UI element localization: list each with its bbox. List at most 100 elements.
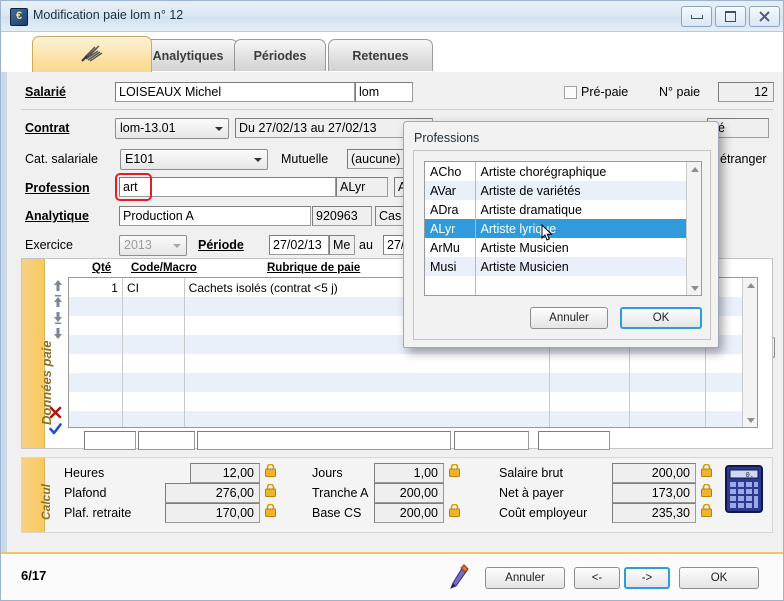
lock-icon [265, 463, 276, 477]
cancel-button[interactable]: Annuler [485, 567, 565, 589]
dialog-cancel-button[interactable]: Annuler [530, 307, 608, 329]
categorie-select-value: E101 [125, 152, 155, 166]
analytique-code-input[interactable]: 920963 [312, 206, 372, 226]
professions-table-body: ACho Artiste chorégraphique AVar Artiste… [425, 162, 701, 296]
grid-scrollbar[interactable] [742, 278, 757, 427]
categorie-label: Cat. salariale [25, 152, 98, 166]
tab-retenues[interactable]: Retenues [328, 39, 433, 71]
heures-label: Heures [64, 466, 105, 480]
calcul-group: Calcul Heures 12,00 Plafond 276,00 Plaf.… [21, 457, 773, 533]
list-item[interactable] [425, 295, 701, 296]
col-header-qte[interactable]: Qté [92, 262, 111, 274]
profession-code: ADra [425, 200, 476, 219]
plafond-value: 276,00 [165, 483, 260, 503]
move-top-icon[interactable] [52, 279, 65, 292]
row-reorder-buttons [48, 279, 68, 343]
salarie-code-input[interactable]: lom [355, 82, 413, 102]
salarie-label[interactable]: Salarié [25, 85, 66, 99]
prev-button[interactable]: <- [574, 567, 620, 589]
table-row[interactable] [69, 392, 757, 411]
periode-from-day: Me [329, 235, 355, 255]
blue-check-icon[interactable] [49, 423, 62, 436]
plafond-label: Plafond [64, 486, 107, 500]
pre-paie-checkbox[interactable] [564, 86, 577, 99]
categorie-select[interactable]: E101 [120, 149, 268, 170]
table-row[interactable] [69, 373, 757, 392]
svg-text:0.: 0. [746, 472, 754, 480]
net-a-payer-label: Net à payer [499, 486, 564, 500]
col-header-code-macro[interactable]: Code/Macro [131, 262, 197, 274]
periode-label[interactable]: Période [198, 238, 244, 252]
exercice-select-value: 2013 [124, 238, 152, 252]
table-row[interactable] [69, 411, 757, 427]
analytique-input[interactable]: Production A [119, 206, 311, 226]
net-a-payer-value: 173,00 [612, 483, 696, 503]
edit-code-input[interactable] [138, 431, 195, 450]
list-item[interactable]: ACho Artiste chorégraphique [425, 162, 701, 181]
profession-code-input[interactable]: ALyr [336, 177, 388, 197]
next-button[interactable]: -> [624, 567, 670, 589]
edit-qte-input[interactable] [84, 431, 136, 450]
scroll-up-icon[interactable] [687, 162, 701, 176]
tab-periodes[interactable]: Périodes [234, 39, 326, 71]
dialog-ok-button[interactable]: OK [620, 307, 702, 329]
contrat-select[interactable]: lom-13.01 [115, 118, 229, 139]
professions-list[interactable]: ACho Artiste chorégraphique AVar Artiste… [424, 161, 702, 296]
chevron-down-icon [173, 244, 181, 248]
profession-code: AVar [425, 181, 476, 200]
minimize-icon[interactable] [681, 6, 712, 27]
calcul-section-label: Calcul [39, 483, 53, 520]
move-bottom-icon[interactable] [52, 327, 65, 340]
red-x-icon[interactable] [49, 406, 62, 419]
scroll-up-icon[interactable] [743, 278, 757, 292]
list-item[interactable]: ADra Artiste dramatique [425, 200, 701, 219]
list-item[interactable]: Musi Artiste Musicien [425, 257, 701, 276]
exercice-select[interactable]: 2013 [119, 235, 187, 256]
app-window: € Modification paie lom n° 12 Analytique… [0, 0, 784, 601]
maximize-icon[interactable] [715, 6, 746, 27]
mouse-cursor [541, 223, 553, 242]
close-icon[interactable] [749, 6, 780, 27]
pre-paie-label: Pré-paie [581, 85, 629, 99]
analytique-label[interactable]: Analytique [25, 209, 89, 223]
periode-from-input[interactable]: 27/02/13 [269, 235, 329, 255]
col-header-rubrique[interactable]: Rubrique de paie [267, 262, 360, 274]
ok-button[interactable]: OK [679, 567, 759, 589]
base-cs-label: Base CS [312, 506, 362, 520]
pencil-icon[interactable] [448, 564, 470, 593]
divider [21, 109, 773, 110]
euro-app-icon: € [10, 8, 28, 26]
tab-analytiques[interactable]: Analytiques [138, 39, 238, 71]
list-item[interactable]: ArMu Artiste Musicien [425, 238, 701, 257]
salarie-name-input[interactable]: LOISEAUX Michel [115, 82, 355, 102]
calcul-tab: Calcul [22, 458, 53, 532]
tab-general[interactable] [32, 36, 152, 72]
edit-col4-input[interactable] [454, 431, 529, 450]
tab-label: Périodes [253, 48, 307, 63]
contrat-label[interactable]: Contrat [25, 121, 69, 135]
num-paie-value: 12 [718, 82, 774, 102]
lock-icon [701, 483, 712, 497]
periode-au-label: au [359, 238, 373, 252]
list-item[interactable] [425, 276, 701, 295]
profession-code: ACho [425, 162, 476, 181]
calculator-icon[interactable]: 0. [725, 465, 765, 518]
profession-code: ALyr [425, 219, 476, 238]
list-item[interactable]: AVar Artiste de variétés [425, 181, 701, 200]
edit-col5-input[interactable] [538, 431, 610, 450]
tab-strip: Analytiques Périodes Retenues [1, 32, 783, 103]
dialog-body: ACho Artiste chorégraphique AVar Artiste… [413, 150, 711, 340]
window-titlebar: € Modification paie lom n° 12 [1, 1, 783, 32]
profession-input[interactable]: art [119, 177, 336, 197]
move-down-icon[interactable] [52, 311, 65, 324]
list-item-selected[interactable]: ALyr Artiste lyrique [425, 219, 701, 238]
move-up-icon[interactable] [52, 295, 65, 308]
edit-rubrique-input[interactable] [197, 431, 451, 450]
professions-table: ACho Artiste chorégraphique AVar Artiste… [425, 162, 701, 296]
professions-scrollbar[interactable] [686, 162, 701, 295]
bottom-bar: 6/17 Annuler <- -> OK [1, 552, 783, 600]
scroll-down-icon[interactable] [687, 281, 701, 295]
profession-label[interactable]: Profession [25, 181, 90, 195]
table-row[interactable] [69, 354, 757, 373]
scroll-down-icon[interactable] [743, 413, 757, 427]
